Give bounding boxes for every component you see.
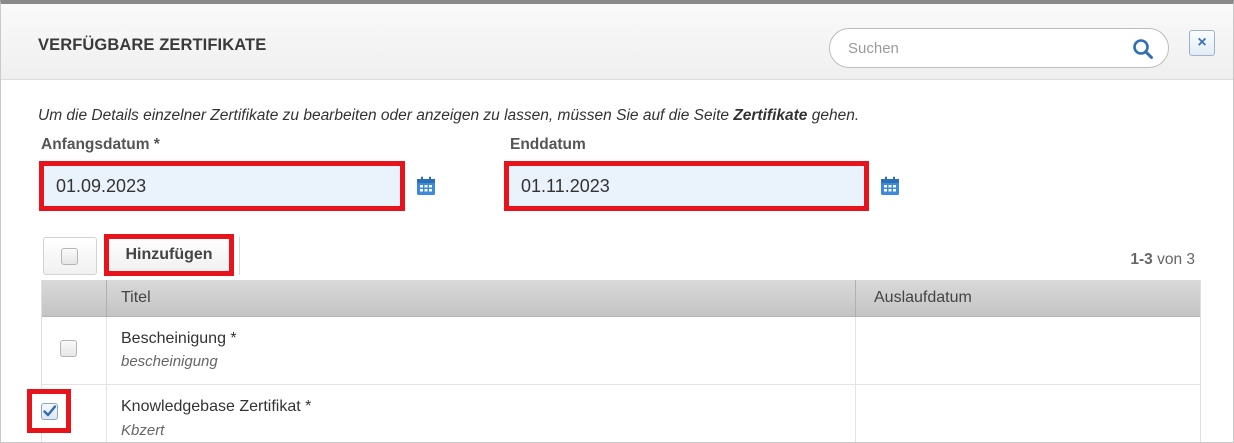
row-checkbox-checked[interactable]: [41, 403, 58, 420]
header-divider: [855, 280, 856, 317]
row-title: Bescheinigung *: [121, 330, 237, 347]
pagination-total: von 3: [1152, 251, 1195, 268]
select-all-checkbox[interactable]: [61, 248, 78, 265]
end-date-input[interactable]: 01.11.2023: [504, 161, 869, 211]
cell-divider: [106, 317, 107, 385]
cell-divider: [855, 317, 856, 385]
cell-divider: [106, 385, 107, 442]
search-icon[interactable]: [1132, 38, 1154, 60]
table-row[interactable]: Bescheinigung * bescheinigung: [42, 317, 1200, 385]
table-header: Titel Auslaufdatum: [42, 280, 1200, 317]
column-header-title[interactable]: Titel: [121, 289, 151, 307]
table-toolbar: Hinzufügen: [41, 233, 241, 277]
pagination-info: 1-3 von 3: [1130, 251, 1195, 269]
hint-text-after: gehen.: [807, 107, 860, 124]
header-divider: [106, 280, 107, 317]
certificates-table: Titel Auslaufdatum Bescheinigung * besch…: [27, 280, 1201, 442]
certificates-dialog: VERFÜGBARE ZERTIFIKATE × Um die Details …: [0, 0, 1234, 443]
add-button[interactable]: Hinzufügen: [104, 234, 234, 276]
row-checkbox[interactable]: [60, 340, 77, 357]
dialog-title: VERFÜGBARE ZERTIFIKATE: [38, 36, 267, 54]
hint-text-before: Um die Details einzelner Zertifikate zu …: [38, 107, 734, 124]
hint-certificates-link: Zertifikate: [733, 107, 808, 124]
hint-text: Um die Details einzelner Zertifikate zu …: [38, 107, 859, 125]
end-date-label: Enddatum: [510, 136, 586, 153]
start-date-label: Anfangsdatum *: [41, 136, 160, 153]
checkmark-icon: [43, 405, 57, 417]
row-checkbox-highlight[interactable]: [27, 389, 71, 433]
dialog-header: VERFÜGBARE ZERTIFIKATE ×: [1, 4, 1233, 80]
row-subtitle: bescheinigung: [121, 353, 218, 370]
search-box[interactable]: [829, 28, 1169, 68]
row-title: Knowledgebase Zertifikat *: [121, 398, 312, 415]
calendar-icon[interactable]: [880, 176, 900, 196]
row-subtitle: Kbzert: [121, 422, 165, 439]
search-input[interactable]: [848, 38, 1118, 58]
pagination-range: 1-3: [1130, 251, 1153, 268]
toolbar-divider: [239, 237, 240, 275]
start-date-input[interactable]: 01.09.2023: [39, 161, 405, 211]
calendar-icon[interactable]: [416, 176, 436, 196]
column-header-expiry[interactable]: Auslaufdatum: [874, 289, 972, 307]
table-row[interactable]: Knowledgebase Zertifikat * Kbzert: [27, 385, 1200, 442]
select-all-button[interactable]: [43, 237, 97, 275]
close-button[interactable]: ×: [1189, 30, 1215, 56]
cell-divider: [855, 385, 856, 442]
